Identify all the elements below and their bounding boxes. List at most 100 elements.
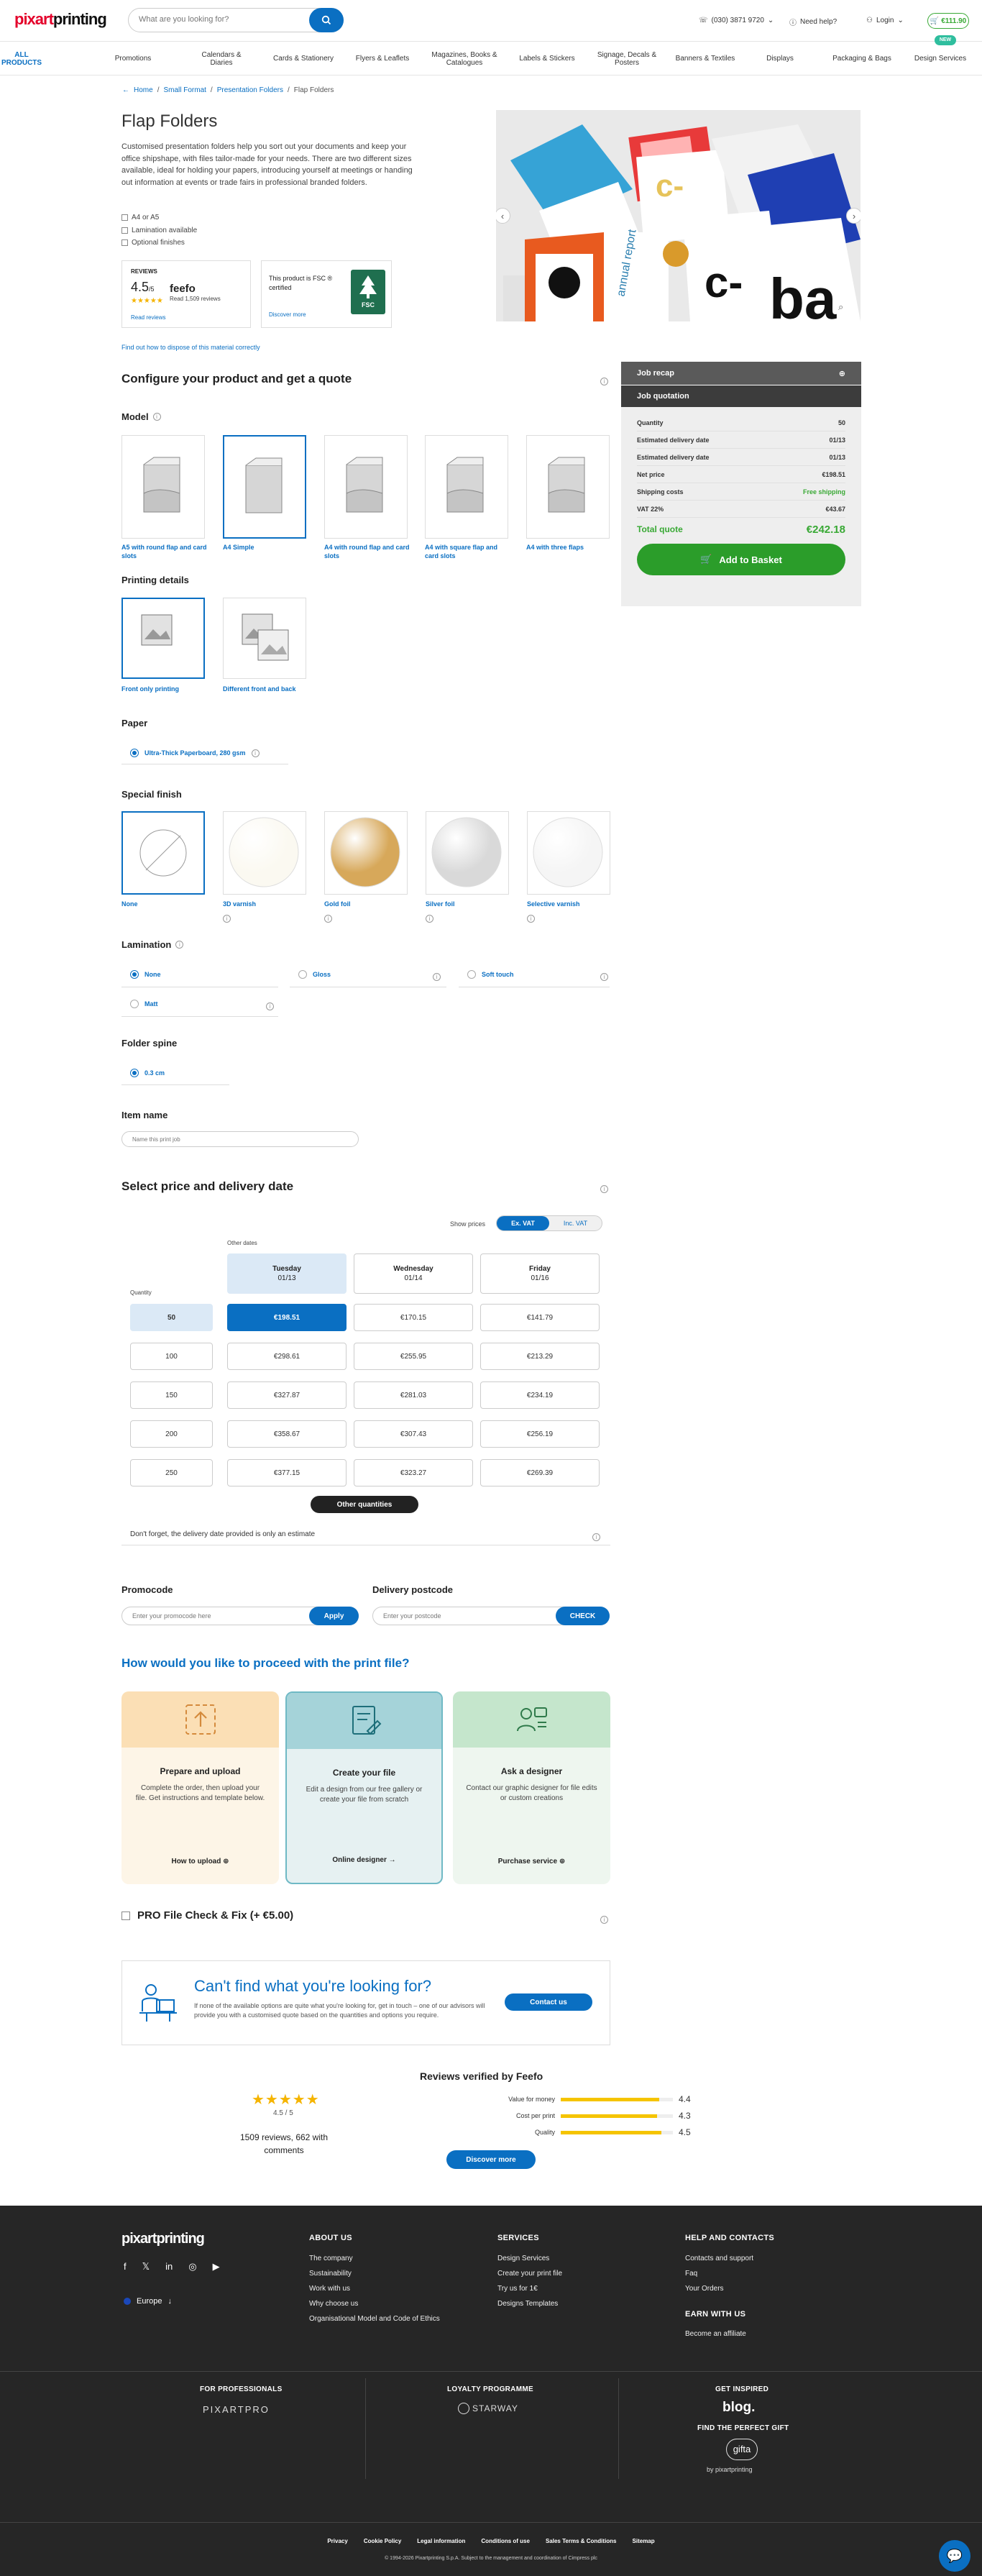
legal-link[interactable]: Cookie Policy: [364, 2538, 401, 2544]
info-icon[interactable]: i: [426, 912, 433, 923]
footer-link[interactable]: Your Orders: [685, 2281, 753, 2296]
search-button[interactable]: [309, 8, 344, 32]
starway-logo[interactable]: STARWAY: [458, 2403, 518, 2414]
breadcrumb-presentation-folders[interactable]: Presentation Folders: [217, 86, 283, 94]
login-link[interactable]: ⚇ Login ⌄: [866, 17, 904, 24]
prepare-upload-card[interactable]: Prepare and upload Complete the order, t…: [121, 1691, 279, 1884]
region-selector[interactable]: Europe ↓: [124, 2297, 172, 2306]
nav-item-design-services[interactable]: Design Services: [904, 42, 976, 76]
gallery-next-button[interactable]: ›: [846, 208, 861, 224]
nav-item-displays[interactable]: Displays: [748, 42, 812, 76]
footer-link[interactable]: Organisational Model and Code of Ethics: [309, 2311, 440, 2326]
price-cell[interactable]: €141.79: [480, 1304, 600, 1331]
job-recap-header[interactable]: Job recap ⊕: [621, 362, 861, 385]
nav-item-promotions[interactable]: Promotions: [108, 42, 158, 76]
model-option[interactable]: [223, 435, 306, 539]
footer-link[interactable]: Faq: [685, 2266, 753, 2281]
delivery-day-header[interactable]: Wednesday 01/14: [354, 1253, 473, 1294]
cart-button[interactable]: 🛒 €111.90: [927, 13, 969, 29]
item-name-input[interactable]: Name this print job: [121, 1131, 359, 1147]
printing-option[interactable]: [223, 598, 306, 679]
add-to-basket-button[interactable]: 🛒 Add to Basket: [637, 544, 845, 575]
other-quantities-button[interactable]: Other quantities: [311, 1496, 418, 1513]
price-cell[interactable]: €327.87: [227, 1381, 347, 1409]
pixartpro-logo[interactable]: PIXARTPRO: [203, 2404, 270, 2415]
info-icon[interactable]: i: [600, 1182, 608, 1193]
finish-option[interactable]: [121, 811, 205, 895]
nav-item-magazines-books-catalogues[interactable]: Magazines, Books & Catalogues: [426, 42, 503, 76]
contact-us-button[interactable]: Contact us: [505, 1993, 592, 2011]
nav-item-calendars-diaries[interactable]: Calendars & Diaries: [193, 42, 250, 76]
price-cell[interactable]: €269.39: [480, 1459, 600, 1486]
footer-link[interactable]: Sustainability: [309, 2266, 440, 2281]
footer-link[interactable]: Create your print file: [497, 2266, 562, 2281]
create-file-card[interactable]: Create your file Edit a design from our …: [285, 1691, 443, 1884]
info-icon[interactable]: i: [266, 1000, 274, 1010]
pixartprinting-logo[interactable]: pixartprinting: [14, 10, 107, 29]
nav-item-packaging-bags[interactable]: Packaging & Bags: [826, 42, 898, 76]
legal-link[interactable]: Sales Terms & Conditions: [546, 2538, 617, 2544]
chat-button[interactable]: 💬: [939, 2540, 970, 2572]
gifta-logo[interactable]: gifta: [726, 2439, 758, 2460]
breadcrumb-small-format[interactable]: Small Format: [163, 86, 206, 94]
blog-logo[interactable]: blog.: [722, 2400, 755, 2416]
check-postcode-button[interactable]: CHECK: [556, 1607, 610, 1625]
finish-option[interactable]: [527, 811, 610, 895]
phone-link[interactable]: ☏ (030) 3871 9720 ⌄: [699, 17, 774, 24]
footer-link[interactable]: Design Services: [497, 2251, 562, 2266]
legal-link[interactable]: Conditions of use: [481, 2538, 530, 2544]
lamination-matt[interactable]: Matt: [130, 1000, 158, 1008]
nav-item-flyers-leaflets[interactable]: Flyers & Leaflets: [350, 42, 415, 76]
discover-more-button[interactable]: Discover more: [446, 2150, 536, 2169]
footer-link[interactable]: The company: [309, 2251, 440, 2266]
model-option[interactable]: [121, 435, 205, 539]
footer-link[interactable]: Try us for 1€: [497, 2281, 562, 2296]
read-reviews-link[interactable]: Read reviews: [131, 314, 165, 321]
footer-link[interactable]: Work with us: [309, 2281, 440, 2296]
model-option[interactable]: [526, 435, 610, 539]
info-icon[interactable]: i: [600, 1913, 608, 1924]
info-icon[interactable]: i: [433, 970, 441, 981]
quantity-cell[interactable]: 250: [130, 1459, 213, 1486]
quantity-cell[interactable]: 200: [130, 1420, 213, 1448]
nav-item-signage-decals-posters[interactable]: Signage, Decals & Posters: [593, 42, 661, 76]
finish-option[interactable]: [223, 811, 306, 895]
breadcrumb-home[interactable]: Home: [134, 86, 153, 94]
price-cell[interactable]: €358.67: [227, 1420, 347, 1448]
help-link[interactable]: ⓘ Need help?: [789, 17, 837, 27]
price-cell[interactable]: €170.15: [354, 1304, 473, 1331]
lamination-gloss[interactable]: Gloss: [298, 970, 331, 979]
price-cell[interactable]: €198.51: [227, 1304, 347, 1331]
legal-link[interactable]: Legal information: [417, 2538, 465, 2544]
footer-link[interactable]: Why choose us: [309, 2296, 440, 2311]
discover-more-link[interactable]: Discover more: [269, 311, 306, 318]
quantity-cell[interactable]: 100: [130, 1343, 213, 1370]
ex-vat-option[interactable]: Ex. VAT: [497, 1216, 549, 1230]
checkbox-icon[interactable]: [121, 1911, 130, 1920]
youtube-icon[interactable]: ▶: [213, 2261, 220, 2273]
footer-link[interactable]: Contacts and support: [685, 2251, 753, 2266]
price-cell[interactable]: €377.15: [227, 1459, 347, 1486]
legal-link[interactable]: Privacy: [327, 2538, 347, 2544]
paper-option[interactable]: Ultra-Thick Paperboard, 280 gsm i: [130, 749, 260, 757]
quantity-cell[interactable]: 150: [130, 1381, 213, 1409]
info-icon[interactable]: i: [592, 1530, 600, 1541]
search-input[interactable]: [139, 15, 304, 24]
nav-item-all-products[interactable]: ALL PRODUCTS: [1, 42, 42, 76]
nav-item-cards-stationery[interactable]: Cards & Stationery: [272, 42, 335, 76]
apply-button[interactable]: Apply: [309, 1607, 359, 1625]
x-icon[interactable]: 𝕏: [142, 2261, 150, 2273]
inc-vat-option[interactable]: Inc. VAT: [549, 1216, 602, 1230]
footer-logo[interactable]: pixartprinting: [121, 2231, 205, 2247]
price-cell[interactable]: €213.29: [480, 1343, 600, 1370]
info-icon[interactable]: i: [600, 375, 608, 385]
finish-option[interactable]: [324, 811, 408, 895]
info-icon[interactable]: i: [223, 912, 231, 923]
info-icon[interactable]: i: [324, 912, 332, 923]
printing-option[interactable]: [121, 598, 205, 679]
price-cell[interactable]: €323.27: [354, 1459, 473, 1486]
price-cell[interactable]: €307.43: [354, 1420, 473, 1448]
price-cell[interactable]: €281.03: [354, 1381, 473, 1409]
delivery-day-header[interactable]: Tuesday 01/13: [227, 1253, 347, 1294]
price-cell[interactable]: €256.19: [480, 1420, 600, 1448]
